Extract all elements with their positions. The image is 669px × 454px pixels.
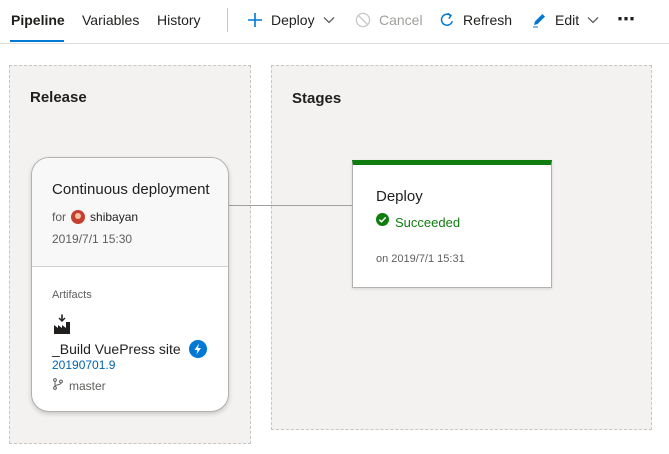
edit-button[interactable]: Edit: [531, 9, 599, 31]
toolbar: Pipeline Variables History Deploy Cancel…: [0, 0, 669, 44]
more-actions-button[interactable]: ⋯: [617, 8, 636, 30]
branch-name: master: [69, 379, 106, 393]
toolbar-divider: [227, 8, 228, 32]
trigger-timestamp: 2019/7/1 15:30: [52, 232, 133, 246]
release-stage-connector: [229, 205, 353, 206]
edit-button-label: Edit: [555, 12, 580, 28]
stage-name: Deploy: [376, 188, 423, 205]
refresh-button[interactable]: Refresh: [439, 9, 512, 31]
trigger-requested-for: for shibayan: [52, 210, 138, 224]
active-tab-indicator: [10, 40, 64, 42]
tab-pipeline[interactable]: Pipeline: [11, 12, 65, 28]
artifact-name[interactable]: _Build VuePress site: [52, 341, 181, 357]
cancel-icon: [355, 12, 371, 28]
user-name[interactable]: shibayan: [90, 210, 138, 224]
release-card[interactable]: Continuous deployment for shibayan 2019/…: [31, 157, 229, 412]
lightning-icon[interactable]: [188, 340, 207, 358]
for-label: for: [52, 210, 67, 224]
chevron-down-icon: [587, 16, 599, 24]
build-artifact-icon: [52, 314, 72, 339]
pencil-icon: [531, 12, 547, 28]
deploy-button-label: Deploy: [271, 12, 315, 28]
refresh-icon: [439, 12, 455, 28]
artifacts-label: Artifacts: [52, 289, 92, 301]
tab-variables[interactable]: Variables: [82, 12, 139, 28]
stage-status: Succeeded: [376, 213, 460, 231]
cancel-button[interactable]: Cancel: [355, 9, 423, 31]
artifact-branch: master: [52, 377, 106, 395]
plus-icon: [247, 12, 263, 28]
stage-time: on 2019/7/1 15:31: [376, 253, 465, 265]
stage-status-label: Succeeded: [395, 214, 461, 230]
deploy-button[interactable]: Deploy: [247, 9, 335, 31]
stage-card-deploy[interactable]: Deploy Succeeded on 2019/7/1 15:31: [352, 160, 552, 288]
refresh-button-label: Refresh: [463, 12, 513, 28]
trigger-title: Continuous deployment: [52, 181, 210, 198]
trigger-panel[interactable]: Continuous deployment for shibayan 2019/…: [32, 158, 228, 267]
artifact-version-link[interactable]: 20190701.9: [52, 358, 115, 372]
stages-section-title: Stages: [292, 90, 342, 107]
chevron-down-icon: [323, 16, 335, 24]
release-section-title: Release: [30, 89, 87, 106]
cancel-button-label: Cancel: [379, 12, 423, 28]
avatar: [71, 210, 86, 224]
artifact-row[interactable]: _Build VuePress site: [52, 340, 207, 358]
check-circle-icon: [376, 213, 389, 231]
branch-icon: [52, 377, 64, 395]
tab-history[interactable]: History: [157, 12, 201, 28]
